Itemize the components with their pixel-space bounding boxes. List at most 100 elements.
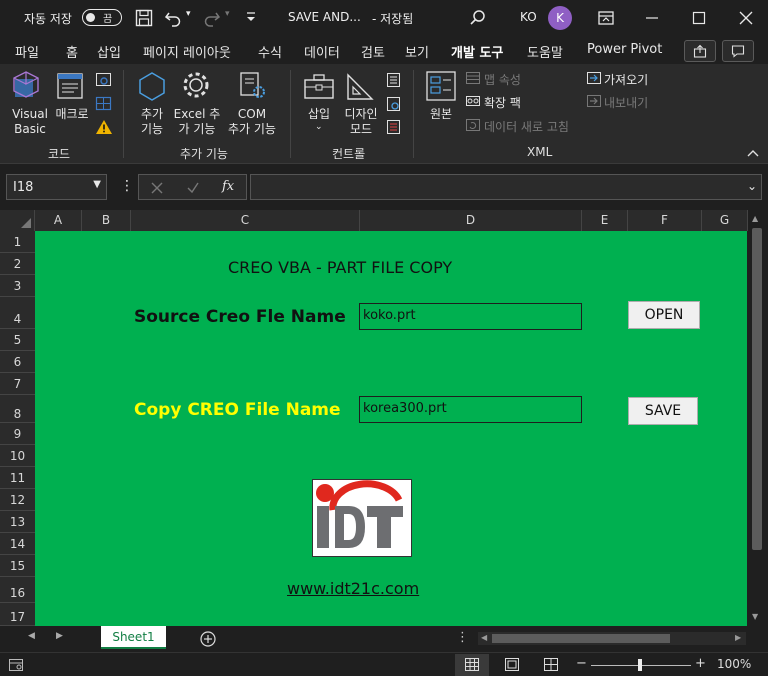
page-break-view-icon[interactable] xyxy=(544,658,558,671)
macro-security-icon[interactable] xyxy=(95,119,113,135)
source-file-value: koko.prt xyxy=(363,308,416,323)
tab-review[interactable]: 검토 xyxy=(361,42,385,61)
row-header[interactable]: 10 xyxy=(0,445,35,467)
prev-sheet-icon[interactable]: ◀ xyxy=(28,631,35,641)
minimize-icon[interactable] xyxy=(643,9,661,27)
column-header-f[interactable]: F xyxy=(628,210,702,231)
share-button[interactable] xyxy=(684,40,716,62)
ribbon-display-icon[interactable] xyxy=(597,9,615,27)
import-button[interactable]: 가져오기 xyxy=(604,71,648,88)
view-code-icon[interactable] xyxy=(385,96,403,112)
relative-reference-icon[interactable] xyxy=(95,96,113,112)
group-divider xyxy=(123,70,124,158)
tab-split-handle[interactable]: ⋮ xyxy=(456,630,469,645)
save-icon[interactable] xyxy=(135,9,153,27)
row-header[interactable]: 11 xyxy=(0,467,35,489)
zoom-level[interactable]: 100% xyxy=(717,657,751,671)
row-header[interactable]: 16 xyxy=(0,577,35,603)
insert-function-icon[interactable]: fx xyxy=(222,179,234,194)
sheet-tab-sheet1[interactable]: Sheet1 xyxy=(101,626,166,649)
tab-home[interactable]: 홈 xyxy=(66,42,78,61)
row-header[interactable]: 14 xyxy=(0,533,35,555)
expansion-packs-button[interactable]: 확장 팩 xyxy=(484,94,521,111)
expand-formula-icon[interactable]: ⌄ xyxy=(747,179,757,193)
row-header[interactable]: 1 xyxy=(0,231,35,253)
vertical-scroll-thumb[interactable] xyxy=(752,228,762,550)
row-header[interactable]: 7 xyxy=(0,373,35,395)
excel-addins-button[interactable]: Excel 추 가 기능 xyxy=(172,107,222,137)
row-header[interactable]: 6 xyxy=(0,351,35,373)
tab-power-pivot[interactable]: Power Pivot xyxy=(587,42,662,57)
next-sheet-icon[interactable]: ▶ xyxy=(56,631,63,641)
tab-help[interactable]: 도움말 xyxy=(527,42,563,61)
addins-button[interactable]: 추가 기능 xyxy=(130,107,174,137)
tab-insert[interactable]: 삽입 xyxy=(97,42,121,61)
column-header-c[interactable]: C xyxy=(131,210,360,231)
scroll-down-icon[interactable]: ▼ xyxy=(752,612,758,621)
row-header[interactable]: 4 xyxy=(0,297,35,329)
undo-dropdown-icon[interactable]: ▾ xyxy=(186,9,191,19)
horizontal-scroll-thumb[interactable] xyxy=(492,634,670,643)
select-all-button[interactable] xyxy=(0,210,35,231)
column-header-g[interactable]: G xyxy=(702,210,748,231)
normal-view-icon[interactable] xyxy=(465,658,479,671)
undo-icon[interactable] xyxy=(164,9,182,27)
open-button[interactable]: OPEN xyxy=(628,301,700,329)
column-header-b[interactable]: B xyxy=(82,210,131,231)
com-addins-button[interactable]: COM 추가 기능 xyxy=(224,107,280,137)
tab-data[interactable]: 데이터 xyxy=(304,42,340,61)
avatar[interactable]: K xyxy=(548,6,572,30)
tab-view[interactable]: 보기 xyxy=(405,42,429,61)
row-header[interactable]: 3 xyxy=(0,275,35,297)
website-link[interactable]: www.idt21c.com xyxy=(287,579,419,598)
copy-file-input[interactable]: korea300.prt xyxy=(359,396,582,423)
row-header[interactable]: 13 xyxy=(0,511,35,533)
page-layout-view-icon[interactable] xyxy=(505,658,519,671)
autosave-toggle[interactable]: 끔 xyxy=(82,9,122,26)
tab-developer[interactable]: 개발 도구 xyxy=(451,42,504,67)
record-macro-icon[interactable] xyxy=(95,72,113,88)
scroll-up-icon[interactable]: ▲ xyxy=(752,214,758,223)
worksheet-area[interactable]: CREO VBA - PART FILE COPY Source Creo Fl… xyxy=(35,231,747,626)
design-mode-button[interactable]: 디자인 모드 xyxy=(340,107,382,137)
column-header-e[interactable]: E xyxy=(582,210,628,231)
search-icon[interactable] xyxy=(469,9,487,27)
row-header[interactable]: 15 xyxy=(0,555,35,577)
chevron-down-icon[interactable]: ▼ xyxy=(93,179,101,190)
run-dialog-icon[interactable] xyxy=(385,119,403,135)
source-file-input[interactable]: koko.prt xyxy=(359,303,582,330)
map-properties-icon xyxy=(466,72,480,84)
properties-icon[interactable] xyxy=(385,72,403,88)
formula-input[interactable]: ⌄ xyxy=(250,174,762,200)
close-icon[interactable] xyxy=(737,9,755,27)
insert-control-button[interactable]: 삽입 xyxy=(303,107,335,122)
column-header-d[interactable]: D xyxy=(360,210,582,231)
name-box[interactable]: I18 ▼ xyxy=(6,174,107,200)
tab-file[interactable]: 파일 xyxy=(15,42,39,61)
row-header[interactable]: 12 xyxy=(0,489,35,511)
column-header-a[interactable]: A xyxy=(35,210,82,231)
collapse-ribbon-icon[interactable] xyxy=(746,148,760,158)
scroll-right-icon[interactable]: ▶ xyxy=(735,633,741,642)
row-header[interactable]: 5 xyxy=(0,329,35,351)
save-button[interactable]: SAVE xyxy=(628,397,698,425)
zoom-out-icon[interactable]: − xyxy=(576,656,587,671)
tab-page-layout[interactable]: 페이지 레이아웃 xyxy=(143,42,231,61)
xml-source-button[interactable]: 원본 xyxy=(424,107,458,122)
scroll-left-icon[interactable]: ◀ xyxy=(481,633,487,642)
maximize-icon[interactable] xyxy=(690,9,708,27)
tab-formulas[interactable]: 수식 xyxy=(258,42,282,61)
insert-dropdown-icon[interactable]: ⌄ xyxy=(315,122,323,132)
row-header[interactable]: 8 xyxy=(0,395,35,423)
add-sheet-icon[interactable] xyxy=(200,631,216,647)
comments-button[interactable] xyxy=(722,40,754,62)
macro-button[interactable]: 매크로 xyxy=(52,107,92,122)
more-options-icon[interactable]: ⋮ xyxy=(120,178,134,194)
customize-toolbar-icon[interactable] xyxy=(244,10,258,26)
row-header[interactable]: 9 xyxy=(0,423,35,445)
zoom-slider-thumb[interactable] xyxy=(638,659,642,671)
zoom-in-icon[interactable]: + xyxy=(695,656,706,671)
row-header[interactable]: 17 xyxy=(0,603,35,626)
visual-basic-button[interactable]: Visual Basic xyxy=(8,107,52,137)
row-header[interactable]: 2 xyxy=(0,253,35,275)
